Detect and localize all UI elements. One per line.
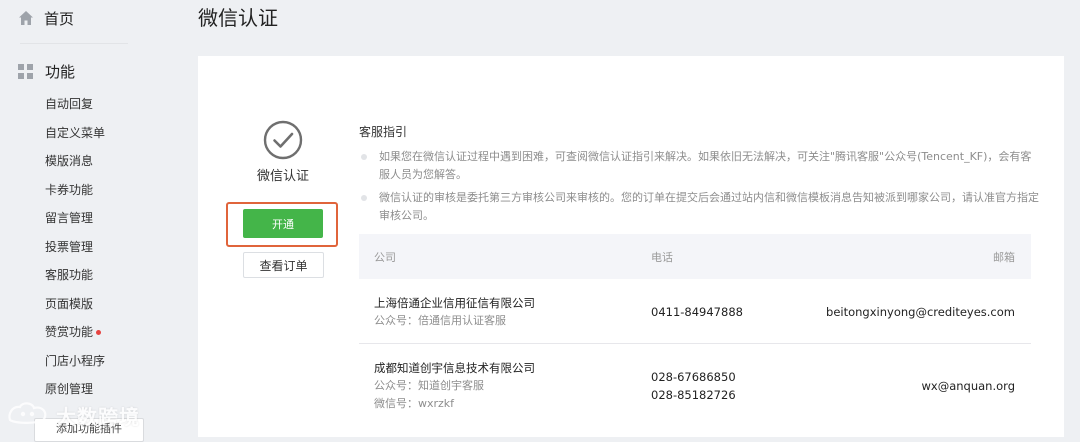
- sidebar-item-label: 赞赏功能: [45, 325, 94, 339]
- sidebar-item-page-template[interactable]: 页面模版: [45, 294, 145, 323]
- sidebar: 首页 功能 自动回复 自定义菜单 模版消息 卡券功能 留言管理 投票管理 客服功…: [0, 0, 150, 442]
- phone-number: 028-85182726: [651, 388, 736, 402]
- guide-item: 微信认证的审核是委托第三方审核公司来审核的。您的订单在提交后会通过站内信和微信模…: [359, 189, 1039, 225]
- bullet-dot: [361, 195, 367, 201]
- home-icon: [18, 10, 34, 26]
- sidebar-item-label: 页面模版: [45, 296, 94, 311]
- table-row: 成都知道创宇信息技术有限公司 公众号：知道创宇客服 微信号：wxrzkf 028…: [359, 344, 1031, 426]
- sidebar-item-label: 客服功能: [45, 268, 94, 282]
- watermark-text: 大数跨境: [56, 404, 140, 429]
- audit-company-table: 公司 电话 邮箱 上海倍通企业信用征信有限公司 公众号：倍通信用认证客服 041…: [359, 234, 1031, 426]
- email-cell[interactable]: wx@anquan.org: [922, 377, 1016, 395]
- grid-icon: [18, 63, 33, 79]
- company-cell: 成都知道创宇信息技术有限公司 公众号：知道创宇客服 微信号：wxrzkf: [374, 359, 535, 413]
- sidebar-item-template-message[interactable]: 模版消息: [45, 151, 145, 180]
- watermark: 大数跨境: [6, 400, 140, 430]
- phone-cell: 028-67686850 028-85182726: [651, 368, 736, 404]
- sidebar-item-reward[interactable]: 赞赏功能: [45, 322, 145, 351]
- company-name: 成都知道创宇信息技术有限公司: [374, 361, 535, 375]
- sidebar-item-label: 门店小程序: [45, 353, 106, 368]
- nav-home[interactable]: 首页: [18, 6, 74, 30]
- guide-title: 客服指引: [359, 125, 408, 139]
- guide-item-text: 如果您在微信认证过程中遇到困难，可查阅微信认证指引来解决。如果依旧无法解决，可关…: [379, 150, 1032, 181]
- phone-cell: 0411-84947888: [651, 303, 743, 321]
- check-circle-icon: [263, 120, 303, 160]
- sidebar-item-label: 原创管理: [45, 382, 94, 396]
- open-button[interactable]: 开通: [243, 209, 323, 238]
- sidebar-item-card-coupon[interactable]: 卡券功能: [45, 180, 145, 209]
- company-account: 公众号：倍通信用认证客服: [374, 314, 506, 327]
- nav-functions-label: 功能: [45, 62, 76, 81]
- company-cell: 上海倍通企业信用征信有限公司 公众号：倍通信用认证客服: [374, 294, 535, 330]
- phone-number: 028-67686850: [651, 370, 736, 384]
- company-name: 上海倍通企业信用征信有限公司: [374, 296, 535, 310]
- table-header: 公司 电话 邮箱: [359, 234, 1031, 279]
- email-cell[interactable]: beitongxinyong@crediteyes.com: [826, 303, 1015, 321]
- status-label: 微信认证: [256, 169, 309, 184]
- sidebar-item-comments[interactable]: 留言管理: [45, 208, 145, 237]
- sidebar-item-auto-reply[interactable]: 自动回复: [45, 94, 145, 123]
- header-email: 邮箱: [993, 251, 1015, 264]
- sidebar-item-customer-service[interactable]: 客服功能: [45, 265, 145, 294]
- new-badge-dot: [96, 330, 102, 335]
- sidebar-item-store-miniprogram[interactable]: 门店小程序: [45, 351, 145, 380]
- company-account: 公众号：知道创宇客服: [374, 379, 484, 392]
- bullet-dot: [361, 154, 367, 160]
- sidebar-item-label: 卡券功能: [45, 182, 94, 197]
- header-company: 公司: [374, 251, 396, 264]
- company-wechat-id: 微信号：wxrzkf: [374, 397, 455, 410]
- function-sub-list: 自动回复 自定义菜单 模版消息 卡券功能 留言管理 投票管理 客服功能 页面模版…: [45, 94, 145, 408]
- nav-functions[interactable]: 功能: [18, 60, 75, 82]
- guide-item: 如果您在微信认证过程中遇到困难，可查阅微信认证指引来解决。如果依旧无法解决，可关…: [359, 148, 1039, 184]
- sidebar-item-custom-menu[interactable]: 自定义菜单: [45, 123, 145, 152]
- sidebar-item-label: 留言管理: [45, 211, 94, 225]
- view-orders-button[interactable]: 查看订单: [243, 252, 324, 278]
- sidebar-divider: [20, 43, 128, 44]
- page-title: 微信认证: [198, 6, 278, 30]
- table-row: 上海倍通企业信用征信有限公司 公众号：倍通信用认证客服 0411-8494788…: [359, 279, 1031, 344]
- nav-home-label: 首页: [44, 9, 75, 28]
- guide-item-text: 微信认证的审核是委托第三方审核公司来审核的。您的订单在提交后会通过站内信和微信模…: [379, 191, 1039, 222]
- sidebar-item-votes[interactable]: 投票管理: [45, 237, 145, 266]
- sidebar-item-label: 模版消息: [45, 154, 94, 168]
- sidebar-item-label: 投票管理: [45, 239, 94, 254]
- sidebar-item-label: 自定义菜单: [45, 125, 106, 140]
- phone-number: 0411-84947888: [651, 305, 743, 319]
- verification-card: 微信认证 开通 查看订单 客服指引 如果您在微信认证过程中遇到困难，可查阅微信认…: [198, 56, 1064, 437]
- header-phone: 电话: [651, 251, 673, 264]
- sidebar-item-label: 自动回复: [45, 97, 94, 111]
- watermark-logo-icon: [6, 400, 50, 430]
